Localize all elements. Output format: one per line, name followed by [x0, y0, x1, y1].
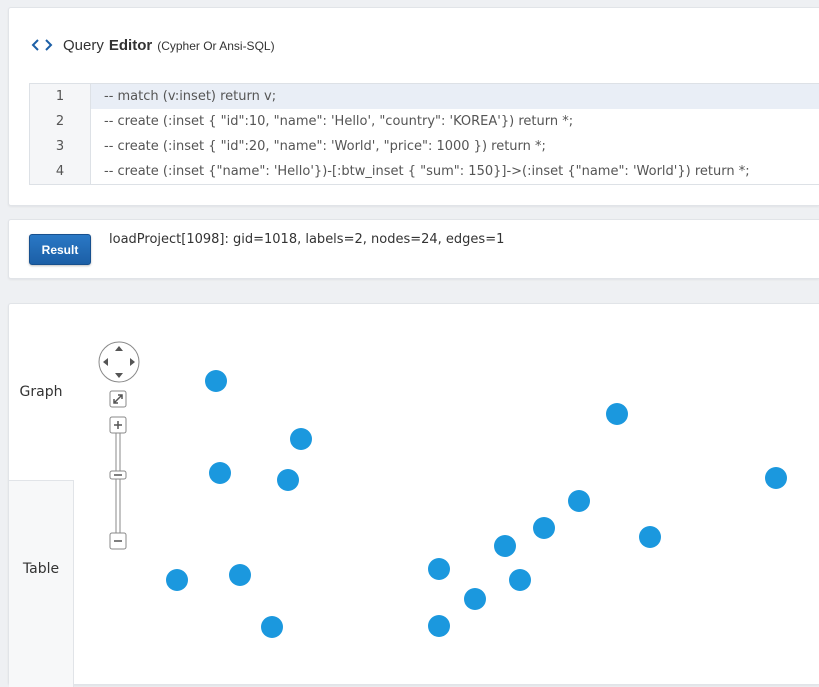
code-line[interactable]: 2 -- create (:inset { "id":10, "name": '…: [30, 109, 819, 134]
line-number: 2: [30, 109, 91, 134]
editor-title-editor: Editor: [108, 36, 153, 54]
result-message: loadProject[1098]: gid=1018, labels=2, n…: [109, 232, 505, 247]
editor-header: Query Editor (Cypher Or Ansi-SQL): [30, 36, 275, 54]
graph-node[interactable]: [568, 490, 590, 512]
code-line[interactable]: 4 -- create (:inset {"name": 'Hello'})-[…: [30, 159, 819, 184]
graph-node[interactable]: [494, 535, 516, 557]
graph-panel: Graph Table: [8, 303, 819, 687]
line-number: 1: [30, 84, 91, 109]
graph-node[interactable]: [509, 569, 531, 591]
graph-node[interactable]: [533, 517, 555, 539]
fit-to-screen-icon[interactable]: [109, 390, 127, 408]
graph-node[interactable]: [261, 616, 283, 638]
line-text[interactable]: -- create (:inset { "id":20, "name": 'Wo…: [91, 134, 819, 159]
graph-node[interactable]: [229, 564, 251, 586]
line-number: 3: [30, 134, 91, 159]
graph-node[interactable]: [209, 462, 231, 484]
line-number: 4: [30, 159, 91, 184]
graph-nodes[interactable]: [166, 370, 787, 638]
graph-node[interactable]: [205, 370, 227, 392]
zoom-out-icon[interactable]: [109, 532, 127, 550]
result-button[interactable]: Result: [29, 234, 91, 265]
query-editor-panel: Query Editor (Cypher Or Ansi-SQL) 1 -- m…: [8, 7, 819, 206]
result-panel: Result loadProject[1098]: gid=1018, labe…: [8, 219, 819, 279]
pan-arrows-icon[interactable]: [98, 341, 140, 383]
graph-node[interactable]: [428, 615, 450, 637]
code-brackets-icon: [31, 39, 53, 51]
line-text[interactable]: -- create (:inset { "id":10, "name": 'He…: [91, 109, 819, 134]
editor-title-query: Query: [63, 36, 104, 54]
graph-canvas[interactable]: [9, 304, 819, 677]
editor-title-subtitle: (Cypher Or Ansi-SQL): [157, 39, 275, 53]
line-text[interactable]: -- match (v:inset) return v;: [91, 84, 819, 109]
graph-node[interactable]: [277, 469, 299, 491]
graph-node[interactable]: [765, 467, 787, 489]
graph-node[interactable]: [639, 526, 661, 548]
graph-node[interactable]: [166, 569, 188, 591]
zoom-in-icon[interactable]: [109, 416, 127, 434]
code-line[interactable]: 3 -- create (:inset { "id":20, "name": '…: [30, 134, 819, 159]
code-editor[interactable]: 1 -- match (v:inset) return v; 2 -- crea…: [29, 83, 819, 185]
line-text[interactable]: -- create (:inset {"name": 'Hello'})-[:b…: [91, 159, 819, 184]
zoom-slider[interactable]: [109, 432, 127, 540]
graph-node[interactable]: [606, 403, 628, 425]
graph-node[interactable]: [464, 588, 486, 610]
code-line[interactable]: 1 -- match (v:inset) return v;: [30, 84, 819, 109]
graph-node[interactable]: [428, 558, 450, 580]
graph-node[interactable]: [290, 428, 312, 450]
